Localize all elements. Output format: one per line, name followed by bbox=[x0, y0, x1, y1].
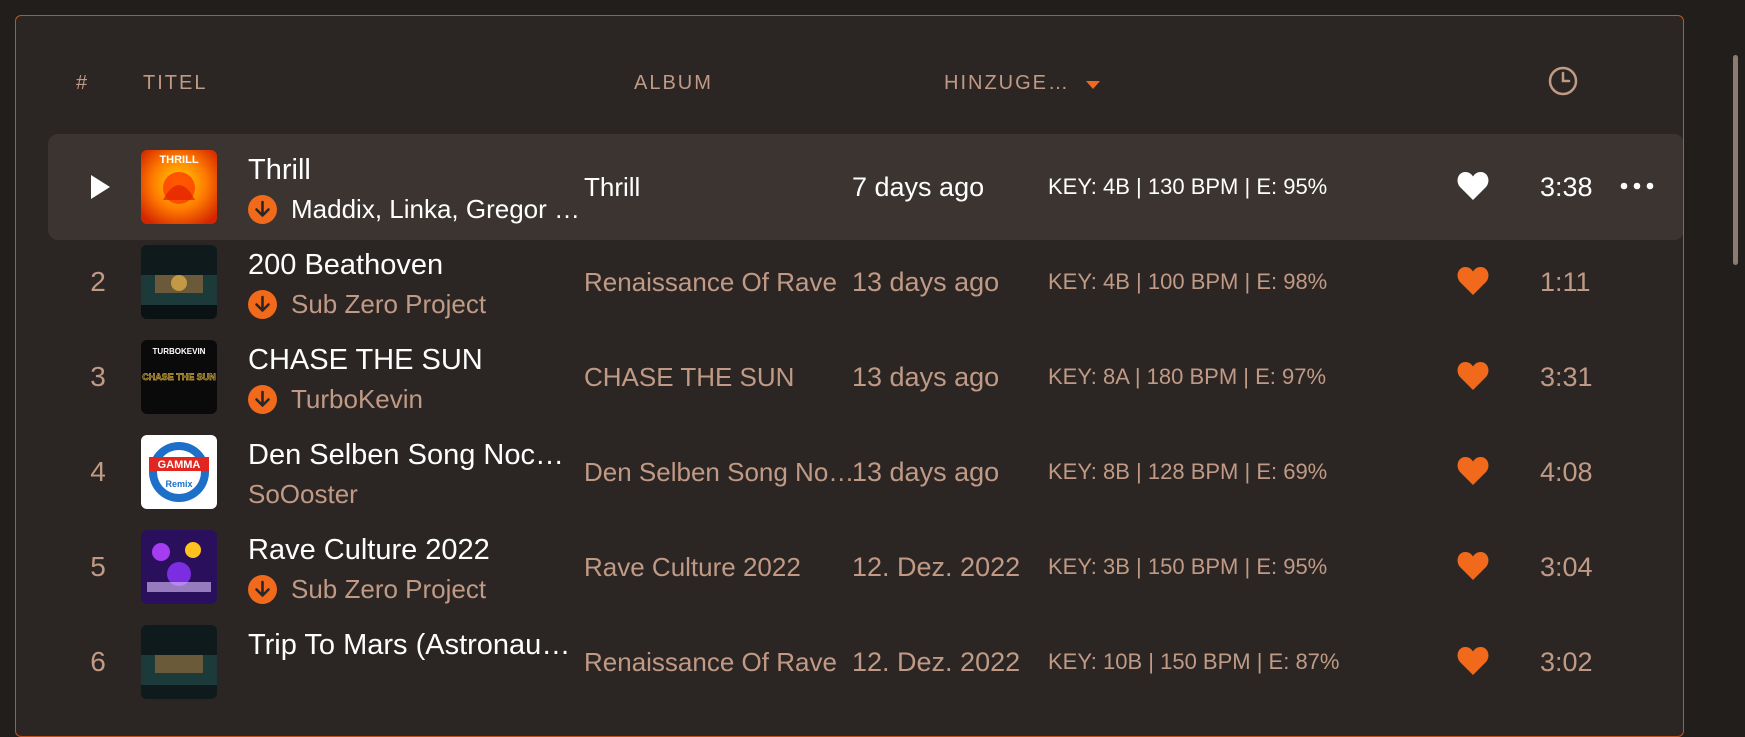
track-added-date: 12. Dez. 2022 bbox=[852, 551, 1021, 582]
track-row[interactable]: 2 200 Beathoven Sub Zero Project Renaiss… bbox=[48, 229, 1683, 335]
track-album[interactable]: Thrill bbox=[584, 134, 854, 240]
heart-icon[interactable] bbox=[1456, 360, 1490, 392]
svg-text:Remix: Remix bbox=[165, 479, 192, 489]
track-number: 3 bbox=[90, 361, 106, 392]
track-added-date: 13 days ago bbox=[852, 456, 1000, 487]
track-key-bpm-energy: KEY: 10B | 150 BPM | E: 87% bbox=[1048, 649, 1340, 674]
sort-desc-icon bbox=[1086, 80, 1100, 89]
track-key-bpm-energy: KEY: 4B | 100 BPM | E: 98% bbox=[1048, 269, 1328, 294]
clock-icon[interactable] bbox=[1547, 65, 1579, 97]
track-title[interactable]: Thrill bbox=[248, 154, 578, 187]
album-cover: THRILL bbox=[141, 150, 217, 224]
more-options-icon[interactable] bbox=[1619, 178, 1655, 194]
track-key-bpm-energy: KEY: 8A | 180 BPM | E: 97% bbox=[1048, 364, 1327, 389]
column-header-number: # bbox=[76, 72, 90, 94]
track-row[interactable]: 5 Rave Culture 2022 Sub Zero Project Rav… bbox=[48, 514, 1683, 620]
track-artist[interactable]: Sub Zero Project bbox=[291, 574, 486, 605]
tracklist-header: # TITEL ALBUM HINZUGE… bbox=[16, 16, 1683, 126]
column-header-added[interactable]: HINZUGE… bbox=[944, 72, 1100, 95]
downloaded-icon bbox=[248, 194, 277, 224]
album-cover bbox=[141, 625, 217, 699]
track-key-bpm-energy: KEY: 3B | 150 BPM | E: 95% bbox=[1048, 554, 1328, 579]
track-title[interactable]: Den Selben Song Noc… bbox=[248, 439, 578, 472]
track-row[interactable]: 3 TURBOKEVIN CHASE THE SUN CHASE THE SUN… bbox=[48, 324, 1683, 430]
track-duration: 3:04 bbox=[1540, 551, 1593, 582]
track-album[interactable]: CHASE THE SUN bbox=[584, 324, 854, 430]
heart-icon[interactable] bbox=[1456, 550, 1490, 582]
track-artist[interactable]: TurboKevin bbox=[291, 384, 423, 415]
track-row[interactable]: 4 GAMMA Remix Den Selben Song Noc… SoOos… bbox=[48, 419, 1683, 525]
track-number: 4 bbox=[90, 456, 106, 487]
track-duration: 3:31 bbox=[1540, 361, 1593, 392]
track-title[interactable]: CHASE THE SUN bbox=[248, 344, 578, 377]
track-album[interactable]: Den Selben Song No… bbox=[584, 419, 854, 525]
track-duration: 3:02 bbox=[1540, 646, 1593, 677]
downloaded-icon bbox=[248, 574, 277, 604]
track-number: 5 bbox=[90, 551, 106, 582]
track-album[interactable]: Rave Culture 2022 bbox=[584, 514, 854, 620]
track-title[interactable]: Rave Culture 2022 bbox=[248, 534, 578, 567]
track-artist[interactable]: SoOoster bbox=[248, 479, 358, 510]
track-title[interactable]: 200 Beathoven bbox=[248, 249, 578, 282]
track-album[interactable]: Renaissance Of Rave bbox=[584, 229, 854, 335]
heart-icon[interactable] bbox=[1456, 455, 1490, 487]
downloaded-icon bbox=[248, 289, 277, 319]
track-row[interactable]: 6 Trip To Mars (Astronau… Renaissance Of… bbox=[48, 609, 1683, 715]
track-added-date: 13 days ago bbox=[852, 266, 1000, 297]
album-cover bbox=[141, 530, 217, 604]
track-album[interactable]: Renaissance Of Rave bbox=[584, 609, 854, 715]
track-number: 2 bbox=[90, 266, 106, 297]
track-added-date: 7 days ago bbox=[852, 171, 985, 202]
svg-text:THRILL: THRILL bbox=[159, 154, 198, 166]
track-number: 6 bbox=[90, 646, 106, 677]
track-artist[interactable]: Sub Zero Project bbox=[291, 289, 486, 320]
album-cover bbox=[141, 245, 217, 319]
play-icon[interactable] bbox=[86, 172, 114, 202]
heart-icon[interactable] bbox=[1456, 170, 1490, 202]
downloaded-icon bbox=[248, 384, 277, 414]
svg-text:TURBOKEVIN: TURBOKEVIN bbox=[153, 347, 206, 356]
track-added-date: 13 days ago bbox=[852, 361, 1000, 392]
track-added-date: 12. Dez. 2022 bbox=[852, 646, 1021, 677]
track-artist[interactable]: Maddix, Linka, Gregor … bbox=[291, 194, 580, 225]
heart-icon[interactable] bbox=[1456, 645, 1490, 677]
track-key-bpm-energy: KEY: 8B | 128 BPM | E: 69% bbox=[1048, 459, 1328, 484]
column-header-album[interactable]: ALBUM bbox=[634, 72, 713, 95]
album-cover: TURBOKEVIN CHASE THE SUN bbox=[141, 340, 217, 414]
track-row[interactable]: THRILL Thrill Maddix, Linka, Gregor … Th… bbox=[48, 134, 1683, 240]
svg-text:GAMMA: GAMMA bbox=[158, 459, 201, 471]
track-duration: 4:08 bbox=[1540, 456, 1593, 487]
tracklist-panel: # TITEL ALBUM HINZUGE… THRILL Thrill Mad… bbox=[15, 15, 1684, 737]
track-key-bpm-energy: KEY: 4B | 130 BPM | E: 95% bbox=[1048, 174, 1328, 199]
heart-icon[interactable] bbox=[1456, 265, 1490, 297]
svg-text:CHASE THE SUN: CHASE THE SUN bbox=[142, 372, 216, 382]
column-header-added-label: HINZUGE… bbox=[944, 72, 1070, 94]
track-duration: 1:11 bbox=[1540, 266, 1591, 297]
track-duration: 3:38 bbox=[1540, 171, 1593, 202]
album-cover: GAMMA Remix bbox=[141, 435, 217, 509]
track-title[interactable]: Trip To Mars (Astronau… bbox=[248, 629, 578, 662]
column-header-title[interactable]: TITEL bbox=[143, 72, 207, 95]
scrollbar-thumb[interactable] bbox=[1733, 55, 1738, 265]
